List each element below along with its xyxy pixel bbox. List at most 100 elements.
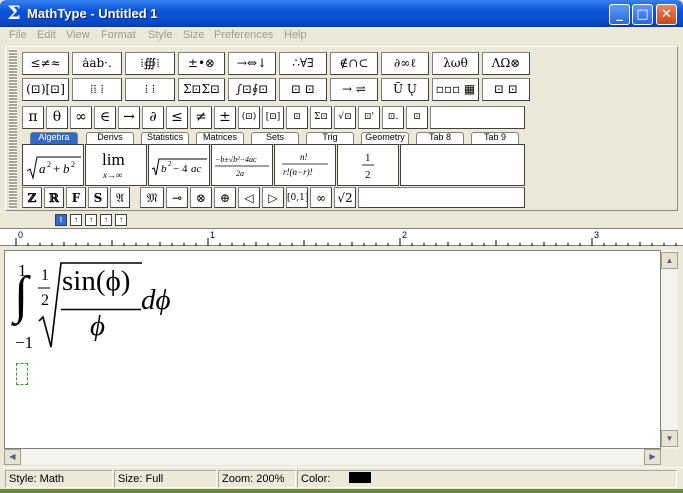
view-button-1[interactable]: t xyxy=(55,214,67,226)
small-symbol-empty-slot[interactable] xyxy=(358,187,525,208)
cursor-slot[interactable] xyxy=(16,363,28,385)
symbol-theta[interactable]: θ xyxy=(46,106,68,129)
palette-labeled-arrows[interactable]: → ⇌ xyxy=(330,78,378,101)
template-quadratic-graphic: −b±√b²−4ac 2a xyxy=(215,155,269,178)
template-quadratic-formula[interactable]: −b±√b²−4ac 2a xyxy=(211,144,273,186)
symbol-pi[interactable]: π xyxy=(22,106,44,129)
menu-bar: File Edit View Format Style Size Prefere… xyxy=(0,27,683,45)
svg-text:lim: lim xyxy=(102,150,125,169)
palette-greek-lower[interactable]: λωθ xyxy=(432,52,479,75)
vertical-scrollbar[interactable]: ▲ ▼ xyxy=(661,250,678,449)
symbol-bar-empty-slot[interactable] xyxy=(430,106,525,129)
palette-products[interactable]: Ū Ų xyxy=(381,78,429,101)
palette-greek-upper[interactable]: ΛΩ⊗ xyxy=(482,52,530,75)
close-button[interactable]: ✕ xyxy=(656,4,677,25)
symbol-element-of[interactable]: ∈ xyxy=(94,106,116,129)
ruler[interactable]: 0 1 2 3 xyxy=(0,228,683,246)
small-symbol-reals[interactable]: ℝ xyxy=(44,187,64,208)
palette-fractions-radicals[interactable]: ⁞⁞ ⁞ xyxy=(72,78,122,101)
small-symbol-right-triangle[interactable]: ▷ xyxy=(262,187,284,208)
symbol-less-equal[interactable]: ≤ xyxy=(166,106,188,129)
symbol-box[interactable]: ⊡ xyxy=(406,106,428,129)
svg-text:2a: 2a xyxy=(236,169,244,178)
svg-text:n!: n! xyxy=(300,152,308,162)
symbol-plus-minus[interactable]: ± xyxy=(214,106,236,129)
symbol-parentheses[interactable]: (⊡) xyxy=(238,106,260,129)
mathtype-app-icon[interactable]: Σ xyxy=(5,4,23,23)
menu-size[interactable]: Size xyxy=(183,29,204,41)
minimize-button[interactable]: _ xyxy=(609,4,630,25)
menu-style[interactable]: Style xyxy=(148,29,172,41)
template-fraction-half[interactable]: 1 2 xyxy=(337,144,399,186)
toolbar-grip[interactable] xyxy=(9,49,17,209)
template-pythagorean[interactable]: a 2 + b 2 xyxy=(22,144,84,186)
symbol-not-equal[interactable]: ≠ xyxy=(190,106,212,129)
equation-editor-area[interactable]: 1 ∫ −1 1 2 sin(ϕ) ϕ dϕ xyxy=(4,250,661,449)
palette-arrows[interactable]: →⇔↓ xyxy=(228,52,276,75)
denominator: ϕ xyxy=(90,310,106,342)
menu-format[interactable]: Format xyxy=(101,29,136,41)
symbol-summation[interactable]: Σ⊡ xyxy=(310,106,332,129)
view-button-3[interactable]: ↑ xyxy=(85,214,97,226)
palette-spaces-ellipses[interactable]: ȧab·. xyxy=(72,52,122,75)
symbol-infinity[interactable]: ∞ xyxy=(70,106,92,129)
small-symbol-fraktur-a[interactable]: 𝔄 xyxy=(110,187,130,208)
palette-set-theory[interactable]: ∉∩⊂ xyxy=(330,52,378,75)
symbol-subscript[interactable]: ⊡. xyxy=(382,106,404,129)
small-symbol-sqrt2[interactable]: √2 xyxy=(334,187,356,208)
small-symbol-infinity[interactable]: ∞ xyxy=(310,187,332,208)
maximize-button[interactable]: □ xyxy=(632,4,653,25)
symbol-radical[interactable]: √⊡ xyxy=(334,106,356,129)
palette-fences[interactable]: (⊡)[⊡] xyxy=(22,78,69,101)
horizontal-scrollbar[interactable]: ◀ ▶ xyxy=(4,449,661,465)
svg-text:a: a xyxy=(39,161,46,176)
palette-relations[interactable]: ≤≠≈ xyxy=(22,52,69,75)
symbol-superscript[interactable]: ⊡' xyxy=(358,106,380,129)
palette-matrices[interactable]: ▫▫▫ ▦ xyxy=(432,78,479,101)
template-combination-graphic: n! r!(n−r)! xyxy=(282,152,328,177)
menu-preferences[interactable]: Preferences xyxy=(214,29,273,41)
symbol-brackets[interactable]: [⊡] xyxy=(262,106,284,129)
palette-subscripts[interactable]: ⁞ ⁞ xyxy=(125,78,175,101)
menu-view[interactable]: View xyxy=(66,29,90,41)
svg-text:2: 2 xyxy=(168,160,172,168)
palette-logic[interactable]: ∴∀∃ xyxy=(279,52,327,75)
small-symbol-fraktur-m[interactable]: 𝔐 xyxy=(140,187,164,208)
menu-file[interactable]: File xyxy=(9,29,27,41)
template-discriminant[interactable]: b 2 − 4 ac xyxy=(148,144,210,186)
template-limit[interactable]: lim x→∞ xyxy=(85,144,147,186)
numerator: sin(ϕ) xyxy=(62,265,131,297)
template-fraction-graphic: 1 2 xyxy=(362,152,374,181)
small-symbol-interval[interactable]: [0,1] xyxy=(286,187,308,208)
symbol-fraction[interactable]: ⊡ xyxy=(286,106,308,129)
small-symbol-s[interactable]: S xyxy=(88,187,108,208)
template-discriminant-graphic: b 2 − 4 ac xyxy=(151,158,207,176)
palette-embellishments[interactable]: ⁞∰⁞ xyxy=(125,52,175,75)
view-button-2[interactable]: ↑ xyxy=(70,214,82,226)
palette-summations[interactable]: Σ⊡Σ⊡ xyxy=(178,78,225,101)
menu-edit[interactable]: Edit xyxy=(37,29,56,41)
scroll-left-arrow-icon[interactable]: ◀ xyxy=(4,449,21,465)
scroll-right-arrow-icon[interactable]: ▶ xyxy=(644,449,661,465)
template-combination[interactable]: n! r!(n−r)! xyxy=(274,144,336,186)
symbol-partial[interactable]: ∂ xyxy=(142,106,164,129)
palette-operators[interactable]: ±•⊗ xyxy=(178,52,225,75)
small-symbol-oplus[interactable]: ⊕ xyxy=(214,187,236,208)
view-button-5[interactable]: ↑ xyxy=(115,214,127,226)
small-symbol-integers[interactable]: ℤ xyxy=(22,187,42,208)
palette-misc-symbols[interactable]: ∂∞ℓ xyxy=(381,52,429,75)
small-symbol-otimes[interactable]: ⊗ xyxy=(190,187,212,208)
view-button-4[interactable]: ↑ xyxy=(100,214,112,226)
template-empty-slot[interactable] xyxy=(400,144,525,186)
scroll-up-arrow-icon[interactable]: ▲ xyxy=(661,252,678,269)
template-limit-graphic: lim x→∞ xyxy=(102,150,125,180)
symbol-right-arrow[interactable]: → xyxy=(118,106,140,129)
small-symbol-multimap[interactable]: ⊸ xyxy=(166,187,188,208)
palette-bars[interactable]: ⊡ ⊡ xyxy=(279,78,327,101)
menu-help[interactable]: Help xyxy=(284,29,307,41)
palette-boxes[interactable]: ⊡ ⊡ xyxy=(482,78,530,101)
small-symbol-left-triangle[interactable]: ◁ xyxy=(238,187,260,208)
small-symbol-field[interactable]: F xyxy=(66,187,86,208)
palette-integrals[interactable]: ∫⊡∮⊡ xyxy=(228,78,276,101)
scroll-down-arrow-icon[interactable]: ▼ xyxy=(661,430,678,447)
